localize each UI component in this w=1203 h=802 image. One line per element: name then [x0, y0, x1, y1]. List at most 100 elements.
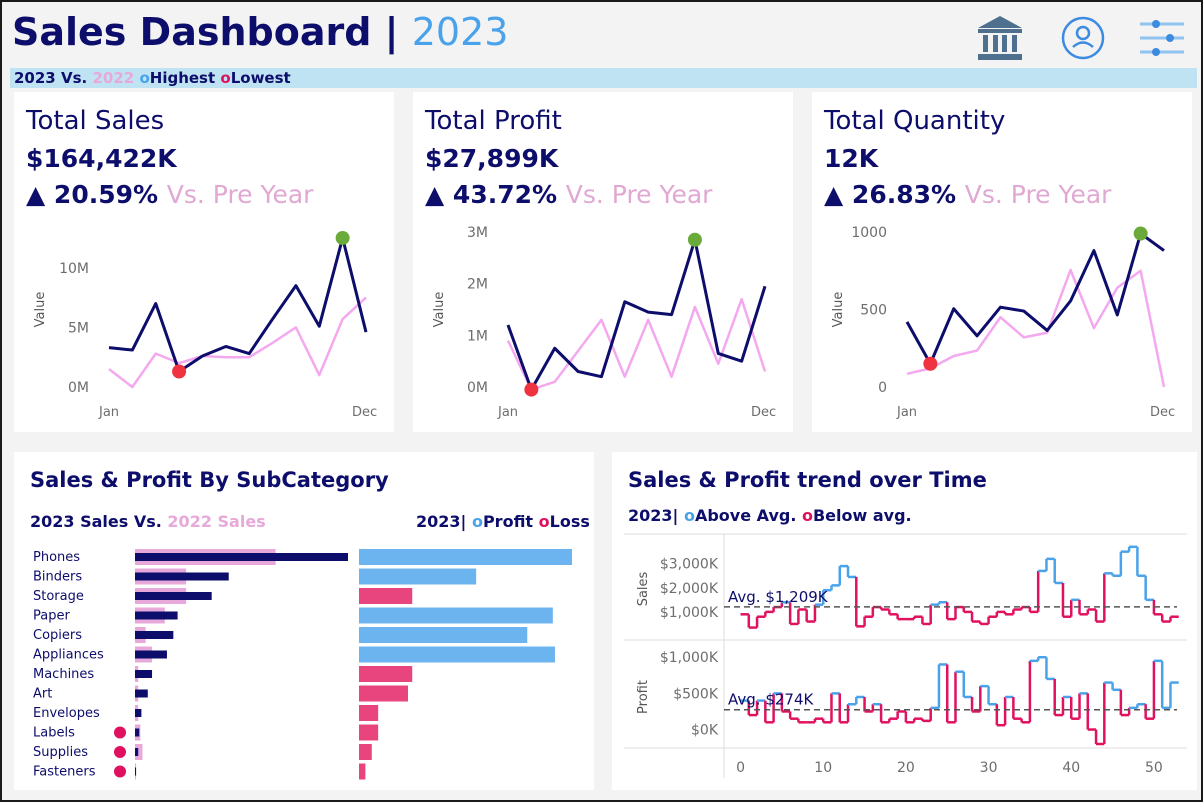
profit-bar — [359, 646, 555, 663]
y-axis-label: Value — [33, 292, 48, 328]
legend-highest: Highest — [149, 69, 216, 87]
bar-2023 — [135, 728, 140, 737]
legend-vs: Vs. — [60, 69, 88, 87]
y-tick-label: $3,000K — [660, 557, 719, 573]
legend-sales-prior: 2022 Sales — [167, 512, 266, 531]
subcategory-legend-left: 2023 Sales Vs. 2022 Sales — [30, 512, 266, 531]
subcategory-title: Sales & Profit By SubCategory — [30, 468, 389, 492]
profit-sparkline: 0M 1M 2M 3M Value Jan Dec — [432, 225, 776, 420]
x-tick-label: 40 — [1062, 760, 1080, 776]
loss-bar — [359, 588, 413, 604]
legend-current-year: 2023 — [14, 69, 56, 87]
loss-marker-icon: o — [538, 512, 550, 531]
legend-sales-current: 2023 Sales Vs. — [30, 512, 162, 531]
title-year: 2023 — [411, 10, 509, 54]
sliders-icon[interactable] — [1136, 12, 1188, 64]
kpi-vs-label: Vs. Pre Year — [964, 180, 1112, 209]
lowest-point — [524, 382, 539, 397]
y-axis-label: Value — [831, 292, 846, 328]
loss-bar — [359, 744, 372, 760]
kpi-card-sales: Total Sales $164,422K ▲ 20.59% Vs. Pre Y… — [14, 92, 394, 432]
bar-2023 — [135, 572, 229, 581]
loss-bar — [359, 666, 413, 682]
category-label: Storage — [33, 589, 84, 604]
y-axis-label: Profit — [636, 680, 651, 714]
y-tick-label: $1,000K — [660, 650, 719, 666]
category-label: Supplies — [33, 745, 88, 760]
y-tick-label: $2,000K — [660, 581, 719, 597]
bar-2023 — [135, 553, 348, 561]
legend-lowest: Lowest — [230, 69, 291, 87]
lowest-point — [923, 356, 938, 371]
category-label: Fasteners — [33, 765, 96, 780]
kpi-change: ▲ 26.83% Vs. Pre Year — [824, 180, 1111, 209]
category-label: Machines — [33, 667, 94, 682]
bar-2023 — [135, 592, 212, 600]
flag-dot — [114, 726, 126, 739]
bar-2023 — [135, 650, 167, 659]
kpi-change-value: ▲ 20.59% — [26, 180, 159, 209]
category-label: Copiers — [33, 628, 82, 643]
category-label: Labels — [33, 726, 75, 741]
loss-bar — [359, 724, 379, 741]
series-line-2022 — [506, 297, 767, 391]
trend-chart: $1,000K $2,000K $3,000K Sales Avg. $1,209K $0… — [624, 533, 1187, 778]
highest-point — [335, 230, 350, 245]
flag-dot — [114, 765, 126, 778]
loss-bar — [359, 763, 366, 780]
subcategory-legend-right: 2023| oProfit oLoss — [416, 512, 590, 531]
legend-prior-year: 2022 — [92, 69, 135, 87]
kpi-title: Total Profit — [425, 106, 562, 136]
legend-profit: Profit — [482, 512, 534, 531]
profit-bar — [359, 568, 477, 585]
kpi-change-value: ▲ 43.72% — [425, 180, 558, 209]
lowest-point — [172, 364, 187, 379]
legend-year: 2023| — [416, 512, 467, 531]
kpi-title: Total Sales — [26, 106, 165, 136]
y-tick-label: 0M — [68, 380, 89, 396]
kpi-value: 12K — [824, 144, 879, 173]
profit-average-label: Avg. $274K — [728, 691, 814, 709]
series-line-2023 — [108, 236, 368, 373]
x-tick-label: Jan — [497, 405, 518, 420]
x-tick-label: Jan — [98, 405, 119, 420]
user-icon[interactable] — [1057, 12, 1109, 64]
bar-2023 — [135, 767, 137, 776]
y-axis-label: Sales — [636, 571, 651, 606]
category-label: Appliances — [33, 648, 104, 663]
bar-2023 — [135, 611, 178, 620]
subcategory-panel: Sales & Profit By SubCategory 2023 Sales… — [14, 452, 594, 790]
bar-2023 — [135, 748, 139, 756]
x-tick-label: 50 — [1145, 760, 1163, 776]
highest-point — [687, 232, 702, 247]
x-tick-label: Dec — [1150, 405, 1175, 420]
loss-bar — [359, 685, 408, 702]
y-tick-label: 2M — [467, 277, 488, 293]
series-line-2023 — [905, 232, 1165, 366]
x-tick-label: 10 — [814, 760, 832, 776]
quantity-sparkline: 0 500 1000 Value Jan Dec — [831, 225, 1175, 420]
kpi-change: ▲ 20.59% Vs. Pre Year — [26, 180, 313, 209]
page-title: Sales Dashboard | 2023 — [12, 10, 508, 54]
kpi-card-quantity: Total Quantity 12K ▲ 26.83% Vs. Pre Year… — [812, 92, 1192, 432]
category-label: Art — [33, 687, 52, 702]
kpi-change-value: ▲ 26.83% — [824, 180, 957, 209]
y-tick-label: 1000 — [851, 225, 887, 241]
y-tick-label: 5M — [68, 320, 89, 336]
category-label: Paper — [33, 609, 70, 624]
bank-icon[interactable] — [974, 12, 1026, 64]
sales-sparkline: 0M 5M 10M Value Jan Dec — [33, 230, 377, 420]
highest-point — [1133, 226, 1148, 241]
y-tick-label: 0M — [467, 380, 488, 396]
header: Sales Dashboard | 2023 — [2, 2, 1201, 68]
x-tick-label: Jan — [896, 405, 917, 420]
series-line-2022 — [108, 296, 367, 389]
flag-dot — [114, 746, 126, 758]
bar-2023 — [135, 689, 148, 698]
x-tick-label: Dec — [352, 405, 377, 420]
highest-marker-icon: o — [139, 69, 150, 87]
kpi-title: Total Quantity — [824, 106, 1006, 136]
y-tick-label: $500K — [673, 686, 719, 702]
series-line-2023 — [506, 238, 767, 392]
y-tick-label: 0 — [878, 380, 887, 396]
